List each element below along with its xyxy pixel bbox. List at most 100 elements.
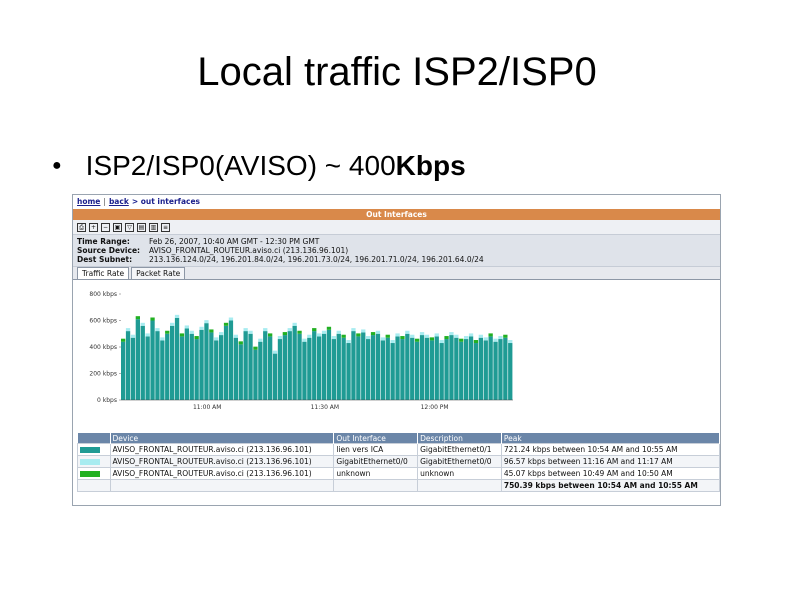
table-row: AVISO_FRONTAL_ROUTEUR.aviso.ci (213.136.…	[77, 443, 720, 456]
chart-bar-cap	[341, 334, 346, 338]
zoom-out-icon[interactable]: −	[101, 222, 110, 232]
interface-link[interactable]: unknown	[333, 467, 419, 480]
chart-bar-cap	[209, 329, 214, 333]
chart-bar-cap	[326, 326, 332, 330]
nav-separator: |	[103, 196, 106, 206]
chart-bar	[160, 340, 165, 400]
chart-bar	[233, 337, 238, 400]
chart-bar	[400, 339, 405, 400]
chart-bar-cap	[170, 322, 175, 326]
chart-bar	[390, 343, 395, 400]
chart-bar	[135, 319, 140, 400]
chart-bar	[248, 333, 253, 400]
bullet-unit: Kbps	[395, 150, 466, 181]
chart-bar-cap	[321, 330, 327, 334]
chart-bar-cap	[287, 328, 292, 332]
chart-bar-cap	[459, 338, 464, 342]
chart-bar	[214, 340, 219, 400]
chart-bar-cap	[464, 336, 469, 340]
chart-bar	[429, 340, 434, 400]
back-link[interactable]: back	[109, 197, 129, 206]
chart-bar	[145, 336, 150, 400]
chart-bar-cap	[243, 328, 248, 332]
chart-bar	[410, 337, 415, 400]
chart-bar-cap	[297, 330, 302, 334]
chart-bar-cap	[199, 326, 204, 330]
chart-bar	[297, 333, 302, 400]
chart-bar-cap	[312, 328, 317, 332]
device-link[interactable]: AVISO_FRONTAL_ROUTEUR.aviso.ci (213.136.…	[109, 443, 335, 456]
home-link[interactable]: home	[77, 197, 100, 206]
chart-bar	[199, 329, 204, 400]
col-description[interactable]: Description	[417, 433, 502, 444]
chart-bar-cap	[410, 334, 415, 338]
chart-bar-cap	[248, 330, 253, 334]
chart-bar	[140, 325, 145, 400]
breadcrumb: > out interfaces	[131, 196, 200, 206]
filter-icon[interactable]: ▽	[125, 222, 134, 232]
device-link[interactable]: AVISO_FRONTAL_ROUTEUR.aviso.ci (213.136.…	[109, 455, 335, 468]
embedded-screenshot: home | back > out interfaces Out Interfa…	[72, 194, 721, 506]
device-link[interactable]: AVISO_FRONTAL_ROUTEUR.aviso.ci (213.136.…	[109, 467, 335, 480]
interface-link[interactable]: lien vers ICA	[333, 443, 419, 456]
chart-bar-cap	[366, 336, 371, 340]
chart-bar-cap	[135, 316, 140, 320]
chart-bar	[468, 336, 474, 400]
total-peak-cell: 750.39 kbps between 10:54 AM and 10:55 A…	[500, 479, 720, 492]
table-row: AVISO_FRONTAL_ROUTEUR.aviso.ci (213.136.…	[77, 467, 720, 480]
chart-bar	[302, 341, 307, 400]
chart-bar-cap	[336, 330, 341, 334]
save-icon[interactable]: ▣	[113, 222, 122, 232]
chart-bar	[189, 333, 194, 400]
interface-link[interactable]: GigabitEthernet0/0	[333, 455, 419, 468]
print-icon[interactable]: ⎙	[77, 222, 86, 232]
chart-bar	[439, 343, 444, 400]
chart-bar	[268, 336, 273, 400]
col-color	[77, 433, 111, 444]
chart-bar-cap	[424, 334, 430, 338]
chart-bar	[277, 339, 283, 400]
chart-bar-cap	[331, 336, 336, 340]
export-icon[interactable]: ≡	[161, 222, 170, 232]
zoom-in-icon[interactable]: +	[89, 222, 98, 232]
col-device[interactable]: Device	[110, 433, 335, 444]
tab-traffic-rate[interactable]: Traffic Rate	[77, 267, 130, 279]
meta-source-device: Source Device: AVISO_FRONTAL_ROUTEUR.avis…	[77, 246, 349, 255]
chart-bar	[405, 333, 410, 400]
chart-bar-cap	[405, 330, 410, 334]
chart-bar	[184, 328, 189, 400]
chart-bar-cap	[415, 338, 420, 342]
chart-bar	[243, 331, 248, 400]
chart-bar-cap	[130, 334, 136, 338]
chart-bar	[253, 349, 258, 400]
chart-bar-cap	[444, 336, 449, 340]
chart-bar-cap	[258, 338, 263, 342]
chart-bar-cap	[219, 332, 224, 336]
chart-bar-cap	[223, 322, 229, 326]
chart-bar-cap	[307, 334, 312, 338]
chart-bar	[366, 339, 371, 400]
table-icon[interactable]: ▥	[149, 222, 158, 232]
slide-title: Local traffic ISP2/ISP0	[197, 50, 597, 94]
chart-bar	[508, 343, 513, 400]
chart-bar-cap	[356, 333, 361, 337]
chart-bar-cap	[361, 329, 366, 333]
chart-bar	[415, 341, 420, 400]
chart-bar-cap	[155, 328, 160, 332]
description-cell: GigabitEthernet0/1	[417, 443, 502, 456]
chart-bar-cap	[493, 338, 498, 342]
chart-bar-cap	[478, 334, 483, 338]
chart-bar-cap	[140, 322, 145, 326]
chart-bar	[287, 331, 292, 400]
chart-bar-cap	[145, 333, 150, 337]
chart-icon[interactable]: ▤	[137, 222, 146, 232]
col-out-interface[interactable]: Out Interface	[333, 433, 419, 444]
tab-packet-rate[interactable]: Packet Rate	[131, 267, 186, 279]
col-peak[interactable]: Peak	[501, 433, 720, 444]
chart-bar-cap	[150, 317, 155, 321]
chart-bar	[307, 337, 312, 400]
chart-bar-cap	[165, 330, 170, 334]
chart-bar	[493, 341, 498, 400]
chart-bar-cap	[292, 322, 297, 326]
table-total-row: 750.39 kbps between 10:54 AM and 10:55 A…	[77, 479, 720, 492]
